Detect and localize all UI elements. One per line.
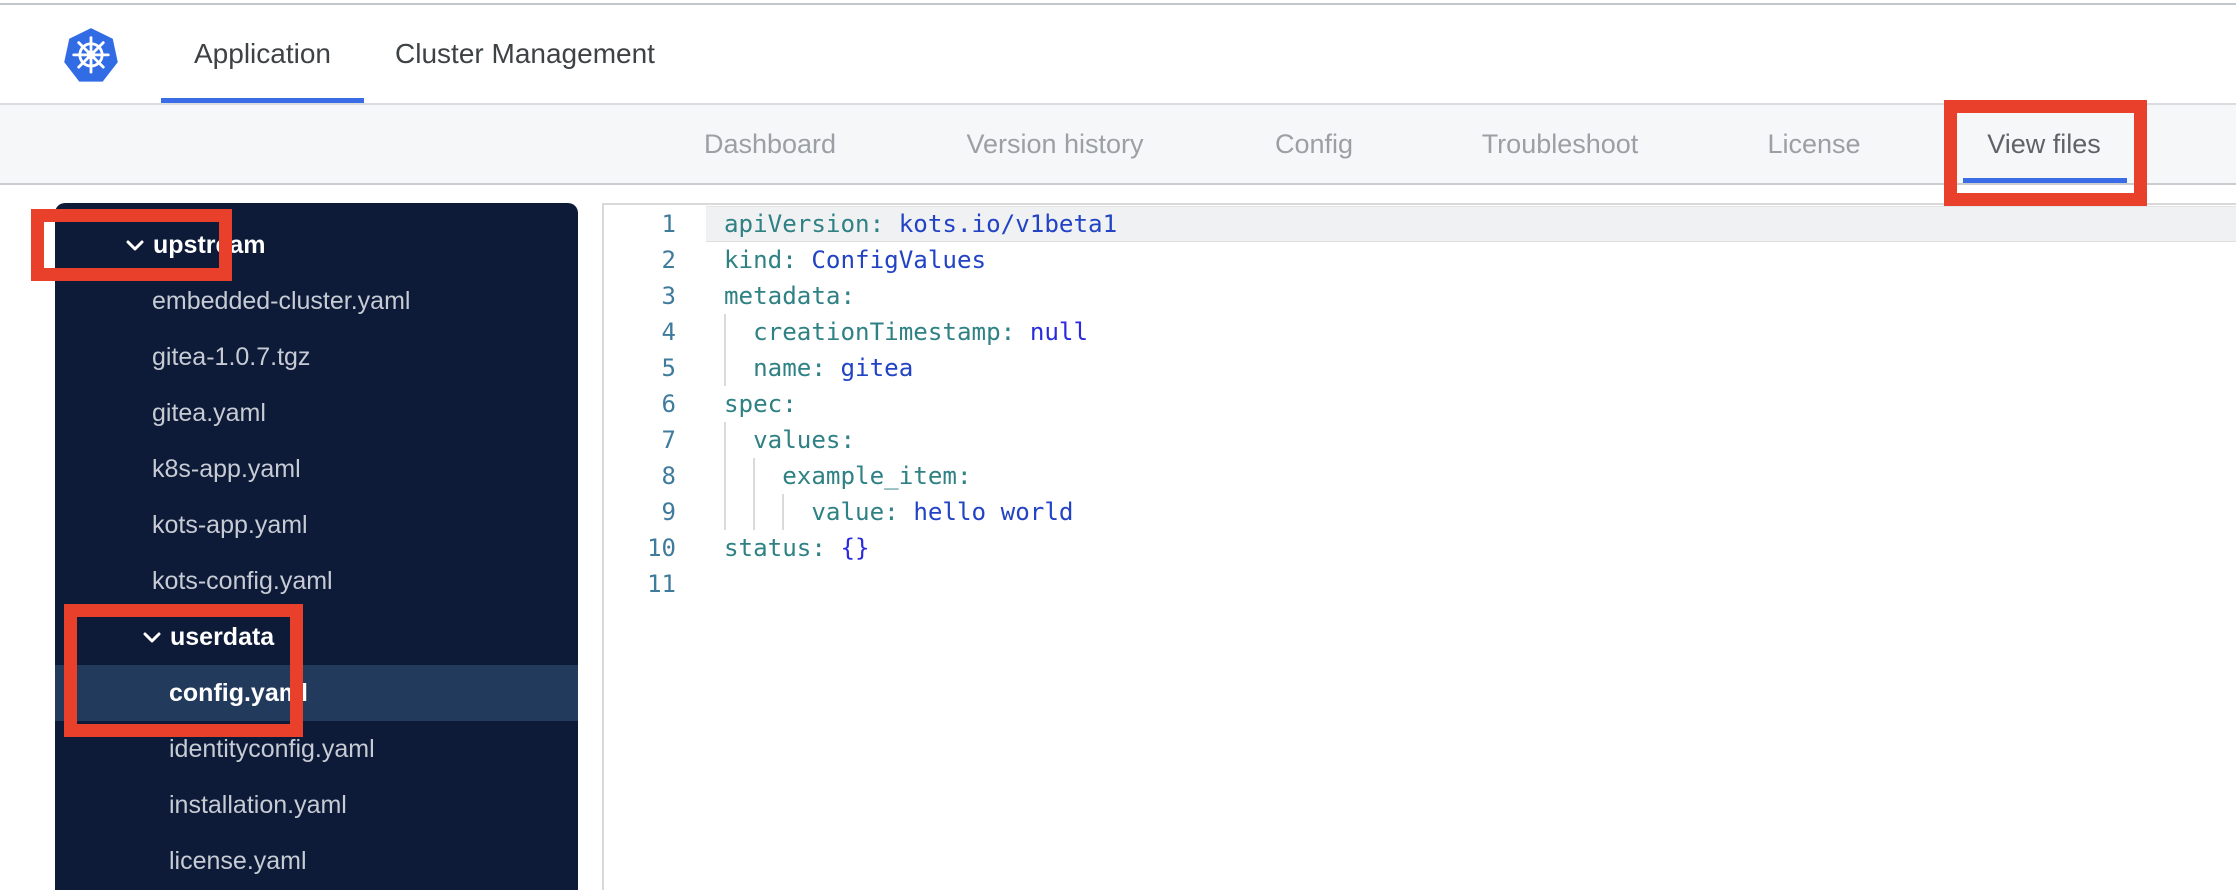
tab-view-files[interactable]: View files bbox=[1987, 105, 2101, 183]
tree-label: kots-config.yaml bbox=[152, 566, 333, 595]
tree-label: userdata bbox=[170, 622, 275, 651]
tree-folder-userdata[interactable]: userdata bbox=[55, 609, 578, 665]
code-line-text: metadata: bbox=[724, 282, 856, 310]
tab-troubleshoot[interactable]: Troubleshoot bbox=[1482, 105, 1639, 183]
tree-label: gitea-1.0.7.tgz bbox=[152, 342, 311, 371]
tab-cluster-management[interactable]: Cluster Management bbox=[380, 10, 670, 98]
code-line-4[interactable]: creationTimestamp: null bbox=[602, 314, 2236, 350]
tree-file-kots-app[interactable]: kots-app.yaml bbox=[55, 497, 578, 553]
code-line-text: name: gitea bbox=[753, 354, 914, 382]
code-line-text: creationTimestamp: null bbox=[753, 318, 1089, 346]
code-line-text: apiVersion: kots.io/v1beta1 bbox=[724, 210, 1118, 238]
code-line-5[interactable]: name: gitea bbox=[602, 350, 2236, 386]
code-line-text: values: bbox=[753, 426, 856, 454]
tree-file-identityconfig[interactable]: identityconfig.yaml bbox=[55, 721, 578, 777]
tab-config[interactable]: Config bbox=[1275, 105, 1353, 183]
kubernetes-logo-icon bbox=[63, 27, 119, 85]
tree-file-installation[interactable]: installation.yaml bbox=[55, 777, 578, 833]
code-line-9[interactable]: value: hello world bbox=[602, 494, 2236, 530]
tree-label: identityconfig.yaml bbox=[169, 734, 375, 763]
tab-dashboard[interactable]: Dashboard bbox=[704, 105, 836, 183]
tree-file-embedded-cluster[interactable]: embedded-cluster.yaml bbox=[55, 273, 578, 329]
chevron-down-icon bbox=[126, 240, 144, 251]
tree-label: upstream bbox=[153, 230, 266, 259]
code-line-6[interactable]: spec: bbox=[602, 386, 2236, 422]
code-line-7[interactable]: values: bbox=[602, 422, 2236, 458]
tree-file-config-selected[interactable]: config.yaml bbox=[55, 665, 578, 721]
code-line-text: status: {} bbox=[724, 534, 870, 562]
tab-version-history[interactable]: Version history bbox=[966, 105, 1143, 183]
code-line-text: value: hello world bbox=[811, 498, 1074, 526]
tree-file-k8s-app[interactable]: k8s-app.yaml bbox=[55, 441, 578, 497]
tree-label: installation.yaml bbox=[169, 790, 347, 819]
code-line-3[interactable]: metadata: bbox=[602, 278, 2236, 314]
code-line-2[interactable]: kind: ConfigValues bbox=[602, 242, 2236, 278]
code-line-text: kind: ConfigValues bbox=[724, 246, 987, 274]
code-line-8[interactable]: example_item: bbox=[602, 458, 2236, 494]
tab-license[interactable]: License bbox=[1767, 105, 1860, 183]
tree-label: gitea.yaml bbox=[152, 398, 266, 427]
chevron-down-icon bbox=[143, 632, 161, 643]
subnav-bottom-border bbox=[0, 183, 2236, 185]
tree-label: license.yaml bbox=[169, 846, 307, 875]
editor-top-border bbox=[602, 203, 2236, 205]
kots-admin-console: Application Cluster Management Dashboard… bbox=[0, 0, 2236, 890]
tree-label: k8s-app.yaml bbox=[152, 454, 301, 483]
code-line-text: spec: bbox=[724, 390, 797, 418]
code-line-1[interactable]: apiVersion: kots.io/v1beta1 bbox=[602, 206, 2236, 242]
code-line-10[interactable]: status: {} bbox=[602, 530, 2236, 566]
window-top-divider bbox=[0, 3, 2236, 5]
tree-label: kots-app.yaml bbox=[152, 510, 308, 539]
tree-label: embedded-cluster.yaml bbox=[152, 286, 411, 315]
tree-file-license[interactable]: license.yaml bbox=[55, 833, 578, 889]
tab-application[interactable]: Application bbox=[161, 10, 364, 98]
tree-file-gitea-yaml[interactable]: gitea.yaml bbox=[55, 385, 578, 441]
tree-label: config.yaml bbox=[169, 678, 308, 707]
code-line-11[interactable] bbox=[602, 566, 2236, 602]
code-line-text: example_item: bbox=[782, 462, 972, 490]
tree-file-gitea-tgz[interactable]: gitea-1.0.7.tgz bbox=[55, 329, 578, 385]
tree-file-kots-config[interactable]: kots-config.yaml bbox=[55, 553, 578, 609]
tree-folder-upstream[interactable]: upstream bbox=[55, 217, 578, 273]
